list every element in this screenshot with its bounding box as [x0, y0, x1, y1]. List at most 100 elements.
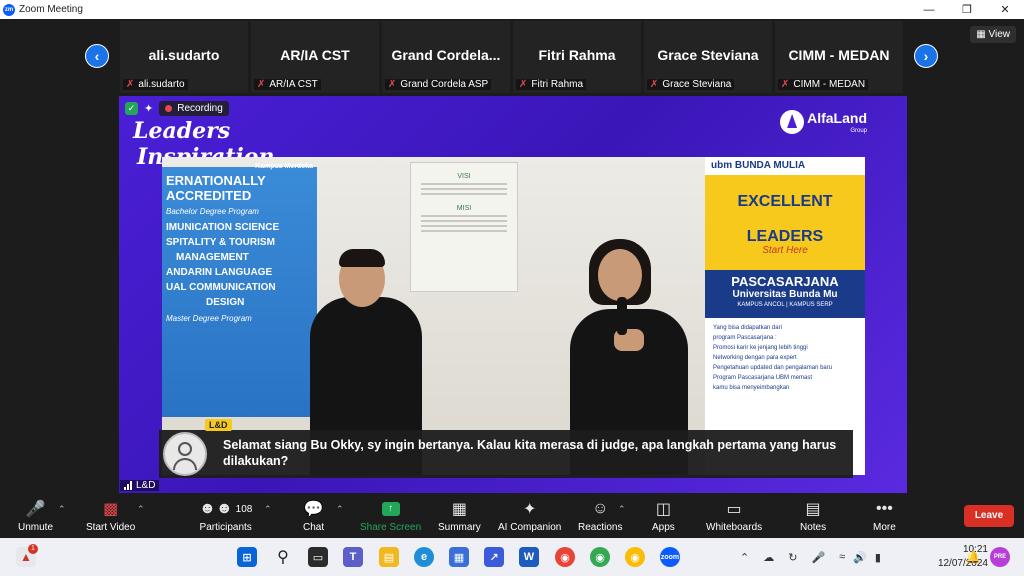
gallery-next-button[interactable]: ›	[914, 44, 938, 68]
battery-icon[interactable]: ▮	[875, 551, 881, 564]
video-scene: Kampus Merdeka ERNATIONALLY ACCREDITED B…	[162, 157, 865, 475]
record-dot-icon	[165, 105, 173, 112]
meeting-toolbar: 🎤 Unmute ⌃ ▩ Start Video ⌃ ☻☻ 108 Partici…	[0, 496, 1024, 538]
window-controls: — ❐ ✕	[910, 0, 1024, 19]
active-speaker-video: ✓ ✦ Recording Leaders Inspiration AlfaLa…	[119, 96, 907, 493]
ai-companion-button[interactable]: ✦ AI Companion	[498, 498, 561, 533]
zoom-app-icon: zm	[3, 3, 15, 16]
store-icon[interactable]: ▦	[449, 547, 469, 567]
participant-name: ali.sudarto	[148, 47, 220, 63]
sparkle-icon[interactable]: ✦	[144, 102, 153, 115]
participant-tile[interactable]: CIMM - MEDAN ✗ CIMM - MEDAN	[775, 21, 906, 93]
leave-button[interactable]: Leave	[964, 505, 1014, 527]
live-caption: L&D Selamat siang Bu Okky, sy ingin bert…	[159, 419, 853, 478]
chrome-icon[interactable]: ◉	[555, 547, 575, 567]
chat-button[interactable]: 💬 Chat	[303, 498, 324, 533]
notes-icon: ▤	[805, 501, 821, 518]
participant-label: ✗ CIMM - MEDAN	[778, 79, 869, 90]
participant-label: ✗ Grand Cordela ASP	[385, 79, 492, 90]
microphone-icon	[617, 297, 627, 335]
share-screen-button[interactable]: ↑ Share Screen	[360, 498, 421, 533]
participant-name: Fitri Rahma	[538, 47, 616, 63]
summary-button[interactable]: ▦ Summary	[438, 498, 481, 533]
reactions-icon: ☺	[592, 500, 609, 517]
mic-muted-icon: ✗	[126, 79, 135, 90]
video-off-icon: ▩	[103, 501, 119, 518]
restore-button[interactable]: ❐	[948, 0, 986, 19]
mic-muted-icon: ✗	[388, 79, 397, 90]
reactions-button[interactable]: ☺ Reactions	[578, 498, 622, 533]
speaker-name-label: L&D	[120, 480, 160, 491]
university-banner-left: Kampus Merdeka ERNATIONALLY ACCREDITED B…	[162, 163, 317, 417]
notification-badge: 1	[28, 544, 38, 554]
caption-text: Selamat siang Bu Okky, sy ingin bertanya…	[223, 438, 837, 468]
microphone-icon[interactable]: 🎤	[811, 551, 825, 564]
more-icon: •••	[875, 500, 893, 517]
view-button[interactable]: ▦ View	[970, 26, 1016, 43]
meeting-area: ‹ ali.sudarto ✗ ali.sudarto AR/IA CST ✗ AR…	[0, 19, 1024, 496]
copilot-icon[interactable]: PRE	[990, 547, 1010, 567]
apps-button[interactable]: ◫ Apps	[652, 498, 675, 533]
file-explorer-icon[interactable]: ▤	[379, 547, 399, 567]
whiteboards-button[interactable]: ▭ Whiteboards	[706, 498, 762, 533]
mic-muted-icon: 🎤	[25, 501, 46, 518]
participant-label: ✗ Grace Steviana	[647, 79, 735, 90]
participant-tile[interactable]: Grand Cordela... ✗ Grand Cordela ASP	[382, 21, 513, 93]
close-button[interactable]: ✕	[986, 0, 1024, 19]
chrome-profile-icon[interactable]: ◉	[590, 547, 610, 567]
task-view-icon[interactable]: ▭	[308, 547, 328, 567]
participants-options-caret[interactable]: ⌃	[264, 504, 272, 515]
participant-tile[interactable]: Grace Steviana ✗ Grace Steviana	[644, 21, 775, 93]
video-options-caret[interactable]: ⌃	[137, 504, 145, 515]
bell-icon[interactable]: 🔔	[963, 547, 983, 567]
teams-icon[interactable]: T	[343, 547, 363, 567]
participant-tile[interactable]: AR/IA CST ✗ AR/IA CST	[251, 21, 382, 93]
participant-label: ✗ ali.sudarto	[123, 79, 188, 90]
participant-tile[interactable]: ali.sudarto ✗ ali.sudarto	[120, 21, 251, 93]
zoom-icon[interactable]: zoom	[660, 547, 680, 567]
participant-label: ✗ Fitri Rahma	[516, 79, 587, 90]
university-banner-right: ubm BUNDA MULIA EXCELLENT LEADERS Start …	[705, 157, 865, 475]
reactions-options-caret[interactable]: ⌃	[618, 504, 626, 515]
participant-name: AR/IA CST	[280, 47, 350, 63]
signal-bars-icon	[124, 481, 132, 490]
volume-icon[interactable]: 🔊	[853, 551, 867, 564]
shield-icon[interactable]: ✓	[125, 102, 138, 115]
alfaland-logo-icon	[780, 110, 805, 134]
notes-button[interactable]: ▤ Notes	[800, 498, 826, 533]
participants-button[interactable]: ☻☻ 108 Participants	[199, 498, 252, 533]
minimize-button[interactable]: —	[910, 0, 948, 19]
participant-tile[interactable]: Fitri Rahma ✗ Fitri Rahma	[513, 21, 644, 93]
word-icon[interactable]: W	[519, 547, 539, 567]
search-icon[interactable]: ⚲	[273, 547, 293, 567]
wifi-icon[interactable]: ≈	[839, 551, 845, 563]
chevron-up-icon[interactable]: ⌃	[740, 551, 749, 564]
sparkle-icon: ✦	[522, 501, 537, 518]
mic-muted-icon: ✗	[650, 79, 659, 90]
avatar	[163, 432, 207, 476]
more-button[interactable]: ••• More	[873, 498, 896, 533]
unmute-button[interactable]: 🎤 Unmute	[18, 498, 53, 533]
audio-options-caret[interactable]: ⌃	[58, 504, 66, 515]
mic-muted-icon: ✗	[257, 79, 266, 90]
edge-icon[interactable]: e	[414, 547, 434, 567]
vision-mission-poster: VISI MISI	[410, 162, 518, 292]
gallery-strip: ‹ ali.sudarto ✗ ali.sudarto AR/IA CST ✗ AR…	[0, 19, 1024, 93]
mic-muted-icon: ✗	[519, 79, 528, 90]
chat-options-caret[interactable]: ⌃	[336, 504, 344, 515]
meeting-status: ✓ ✦ Recording	[125, 101, 229, 116]
cloud-icon[interactable]: ☁	[763, 551, 774, 564]
sync-icon[interactable]: ↻	[788, 551, 797, 564]
chrome-profile2-icon[interactable]: ◉	[625, 547, 645, 567]
gallery-prev-button[interactable]: ‹	[85, 44, 109, 68]
chat-icon: 💬	[303, 501, 324, 518]
participant-name: Grand Cordela...	[391, 47, 501, 63]
participant-tiles: ali.sudarto ✗ ali.sudarto AR/IA CST ✗ AR/I…	[120, 21, 906, 93]
participant-label: ✗ AR/IA CST	[254, 79, 321, 90]
windows-start-icon[interactable]: ⊞	[237, 547, 257, 567]
start-video-button[interactable]: ▩ Start Video	[86, 498, 135, 533]
app-icon[interactable]: ↗	[484, 547, 504, 567]
apps-icon: ◫	[655, 501, 671, 518]
recording-indicator[interactable]: Recording	[159, 101, 229, 116]
grid-icon: ▦	[976, 29, 986, 40]
